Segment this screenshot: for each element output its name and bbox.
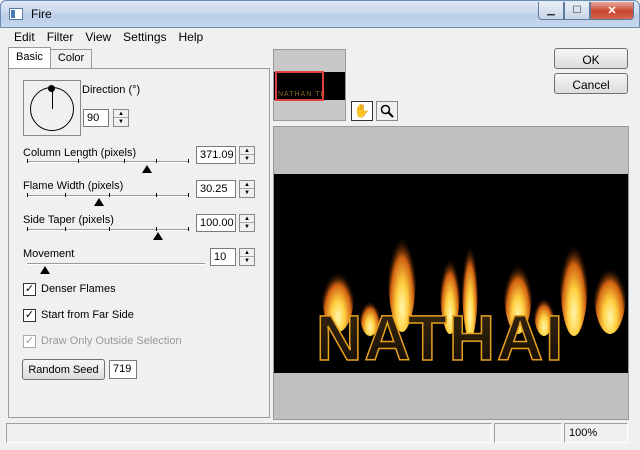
side-taper-thumb[interactable]: [153, 232, 163, 240]
movement-input[interactable]: 10: [210, 248, 236, 266]
slider-tick: [156, 193, 157, 197]
movement-track[interactable]: [27, 263, 205, 265]
flame-width-input[interactable]: 30.25: [196, 180, 236, 198]
movement-thumb[interactable]: [40, 266, 50, 274]
window-title: Fire: [31, 7, 52, 21]
slider-tick: [124, 159, 125, 163]
navigator-viewport-rect[interactable]: [275, 71, 324, 101]
ok-button[interactable]: OK: [554, 48, 628, 69]
movement-spinner[interactable]: ▲ ▼: [239, 248, 255, 266]
tab-color[interactable]: Color: [49, 49, 93, 68]
magnifier-icon: [380, 104, 394, 118]
start-far-side-checkbox[interactable]: ✓: [23, 308, 36, 322]
menu-view[interactable]: View: [79, 28, 117, 47]
tab-basic[interactable]: Basic: [8, 47, 51, 68]
slider-tick: [65, 227, 66, 231]
hand-tool[interactable]: ✋: [351, 101, 373, 121]
column-length-spinner[interactable]: ▲ ▼: [239, 146, 255, 164]
zoom-level: 100%: [564, 423, 628, 443]
direction-input[interactable]: 90: [83, 109, 109, 127]
menu-help[interactable]: Help: [173, 28, 210, 47]
column-length-track[interactable]: [27, 161, 189, 163]
minimize-button[interactable]: ▁: [538, 2, 564, 20]
menu-edit[interactable]: Edit: [8, 28, 41, 47]
draw-outside-row: ✓ Draw Only Outside Selection: [23, 334, 182, 348]
denser-flames-label: Denser Flames: [41, 283, 116, 295]
preview-pane[interactable]: NATHAI: [273, 126, 629, 420]
slider-tick: [65, 193, 66, 197]
slider-tick: [188, 193, 189, 197]
menu-bar: Edit Filter View Settings Help: [0, 28, 640, 47]
dial-pointer: [52, 90, 53, 109]
slider-tick: [188, 227, 189, 231]
zoom-tool[interactable]: [376, 101, 398, 121]
menu-filter[interactable]: Filter: [41, 28, 80, 47]
cancel-button[interactable]: Cancel: [554, 73, 628, 94]
column-length-input[interactable]: 371.09: [196, 146, 236, 164]
side-taper-input[interactable]: 100.00: [196, 214, 236, 232]
side-taper-label: Side Taper (pixels): [23, 214, 114, 226]
seed-input[interactable]: 719: [109, 360, 137, 379]
denser-flames-checkbox[interactable]: ✓: [23, 282, 36, 296]
dial-knob[interactable]: [48, 85, 55, 92]
denser-flames-row[interactable]: ✓ Denser Flames: [23, 282, 116, 296]
title-bar[interactable]: Fire ▁ ☐ ✕: [0, 0, 640, 28]
tab-strip: Basic Color: [8, 47, 93, 69]
slider-tick: [188, 159, 189, 163]
flame-width-track[interactable]: [27, 195, 189, 197]
movement-label: Movement: [23, 248, 75, 260]
slider-tick: [27, 159, 28, 163]
status-cell-blank: [494, 423, 562, 443]
flame-width-thumb[interactable]: [94, 198, 104, 206]
slider-tick: [27, 227, 28, 231]
status-message: [6, 423, 492, 443]
side-taper-spinner[interactable]: ▲ ▼: [239, 214, 255, 232]
flame-width-spinner[interactable]: ▲ ▼: [239, 180, 255, 198]
slider-tick: [109, 193, 110, 197]
start-far-side-row[interactable]: ✓ Start from Far Side: [23, 308, 134, 322]
basic-panel: Direction (°) 90 ▲ ▼ Column Length (pixel…: [8, 68, 270, 418]
column-length-label: Column Length (pixels): [23, 147, 137, 159]
slider-tick: [27, 193, 28, 197]
app-icon: [9, 8, 23, 20]
dial-circle: [30, 85, 74, 131]
direction-label: Direction (°): [82, 84, 141, 96]
draw-outside-label: Draw Only Outside Selection: [41, 335, 182, 347]
navigator-thumbnail[interactable]: NATHAN TE: [273, 49, 346, 121]
maximize-button[interactable]: ☐: [564, 2, 590, 20]
status-bar: 100%: [0, 421, 640, 450]
preview-image: NATHAI: [274, 174, 628, 373]
slider-tick: [109, 227, 110, 231]
window-controls: ▁ ☐ ✕: [538, 2, 634, 20]
preview-text: NATHAI: [316, 302, 565, 373]
slider-tick: [156, 159, 157, 163]
hand-icon: ✋: [353, 103, 371, 118]
flame-width-label: Flame Width (pixels): [23, 180, 124, 192]
direction-spinner[interactable]: ▲ ▼: [113, 109, 129, 127]
column-length-thumb[interactable]: [142, 165, 152, 173]
draw-outside-checkbox: ✓: [23, 334, 36, 348]
start-far-side-label: Start from Far Side: [41, 309, 134, 321]
slider-tick: [156, 227, 157, 231]
side-taper-track[interactable]: [27, 229, 189, 231]
fire-preview-graphic: NATHAI: [315, 212, 626, 373]
random-seed-button[interactable]: Random Seed: [22, 359, 105, 380]
menu-settings[interactable]: Settings: [117, 28, 172, 47]
direction-dial[interactable]: [23, 80, 81, 136]
slider-tick: [78, 159, 79, 163]
close-button[interactable]: ✕: [590, 2, 634, 20]
